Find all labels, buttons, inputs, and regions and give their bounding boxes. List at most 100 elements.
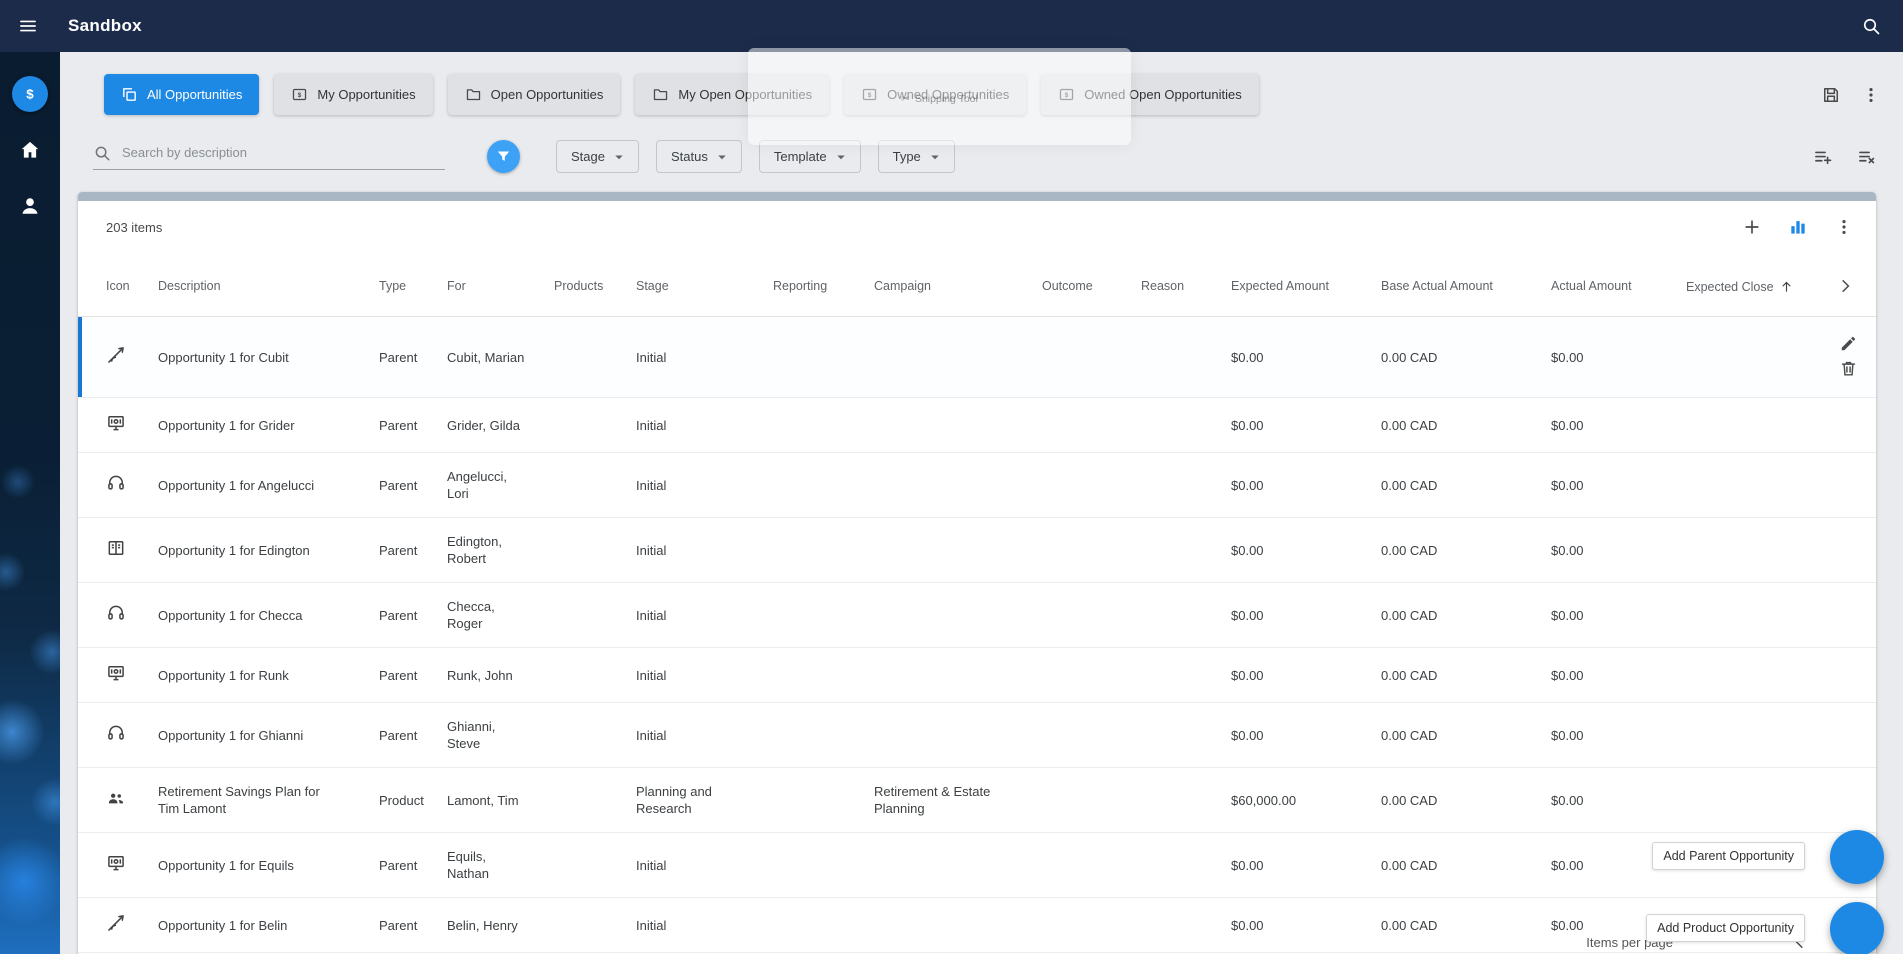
cell-icon xyxy=(78,452,158,518)
tooltip-add-product-opportunity: Add Product Opportunity xyxy=(1646,914,1805,942)
table-header-row: Icon Description Type For Products Stage Repor… xyxy=(78,253,1876,317)
menu-button[interactable] xyxy=(12,10,44,42)
table-row[interactable]: Opportunity 1 for Runk Parent Runk, John In… xyxy=(78,647,1876,703)
cell-campaign xyxy=(874,832,1042,898)
horizontal-scrollbar[interactable] xyxy=(78,192,1876,201)
column-header-icon[interactable]: Icon xyxy=(78,253,158,317)
filter-button[interactable] xyxy=(487,140,520,173)
cell-description: Opportunity 1 for Edington xyxy=(158,517,379,583)
search-box[interactable] xyxy=(93,144,445,170)
headset-icon xyxy=(106,473,126,493)
sidebar-item-home[interactable] xyxy=(0,128,60,172)
tab-my-opportunities[interactable]: $ My Opportunities xyxy=(274,74,433,115)
tab-owned-opportunities[interactable]: $ Owned Opportunities xyxy=(844,74,1027,115)
table-row[interactable]: Opportunity 1 for Ghianni Parent Ghianni, … xyxy=(78,702,1876,768)
cell-reason xyxy=(1141,767,1231,833)
home-icon xyxy=(19,139,41,161)
table-row[interactable]: Opportunity 1 for Angelucci Parent Angeluc… xyxy=(78,452,1876,518)
add-item-button[interactable] xyxy=(1736,211,1768,243)
dropdown-stage[interactable]: Stage xyxy=(556,140,639,173)
cell-outcome xyxy=(1042,517,1141,583)
dropdown-status[interactable]: Status xyxy=(655,140,742,173)
column-header-expected-close[interactable]: Expected Close xyxy=(1686,253,1791,317)
card-header: 203 items xyxy=(78,201,1876,253)
search-input[interactable] xyxy=(122,145,445,160)
cell-base-actual-amount: 0.00 CAD xyxy=(1381,452,1551,518)
column-header-outcome[interactable]: Outcome xyxy=(1042,253,1141,317)
svg-text:$: $ xyxy=(868,92,872,99)
column-header-base-actual-amount[interactable]: Base Actual Amount xyxy=(1381,253,1551,317)
column-header-reporting[interactable]: Reporting xyxy=(773,253,874,317)
cell-actual-amount: $0.00 xyxy=(1551,767,1686,833)
column-header-stage[interactable]: Stage xyxy=(636,253,773,317)
cell-reason xyxy=(1141,832,1231,898)
cell-reporting xyxy=(773,452,874,518)
cell-expected-amount: $0.00 xyxy=(1231,517,1381,583)
cell-stage: Planning and Research xyxy=(636,767,773,833)
cell-stage: Initial xyxy=(636,647,773,703)
table-more-options-button[interactable] xyxy=(1828,211,1860,243)
tab-label: My Opportunities xyxy=(317,87,416,102)
computer-cash-icon xyxy=(106,413,126,433)
tab-my-open-opportunities[interactable]: My Open Opportunities xyxy=(635,74,830,115)
column-header-actual-amount[interactable]: Actual Amount xyxy=(1551,253,1686,317)
column-header-type[interactable]: Type xyxy=(379,253,447,317)
tab-open-opportunities[interactable]: Open Opportunities xyxy=(447,74,621,115)
cell-outcome xyxy=(1042,397,1141,453)
view-more-options-button[interactable] xyxy=(1855,79,1887,111)
cell-expected-close xyxy=(1686,397,1791,453)
table-row[interactable]: Opportunity 1 for Edington Parent Edington… xyxy=(78,517,1876,583)
cell-actual-amount: $0.00 xyxy=(1551,647,1686,703)
save-view-button[interactable] xyxy=(1815,79,1847,111)
cell-campaign xyxy=(874,647,1042,703)
scroll-columns-right-button[interactable] xyxy=(1830,271,1860,301)
cell-stage: Initial xyxy=(636,452,773,518)
table-body: Opportunity 1 for Cubit Parent Cubit, Mari… xyxy=(78,316,1876,953)
table-row[interactable]: Opportunity 1 for Cubit Parent Cubit, Mari… xyxy=(78,316,1876,398)
sidebar-item-account[interactable] xyxy=(0,184,60,228)
computer-cash-icon xyxy=(106,663,126,683)
cell-outcome xyxy=(1042,647,1141,703)
chart-view-button[interactable] xyxy=(1782,211,1814,243)
edit-row-button[interactable] xyxy=(1825,332,1860,355)
tab-owned-open-opportunities[interactable]: $ Owned Open Opportunities xyxy=(1041,74,1259,115)
trash-icon xyxy=(1839,359,1858,378)
tab-all-opportunities[interactable]: All Opportunities xyxy=(104,74,260,115)
column-header-actions xyxy=(1791,253,1876,317)
cell-expected-close xyxy=(1686,767,1791,833)
column-header-expected-amount[interactable]: Expected Amount xyxy=(1231,253,1381,317)
add-filter-row-button[interactable] xyxy=(1807,141,1839,173)
cell-products xyxy=(554,582,636,648)
cell-reason xyxy=(1141,647,1231,703)
cell-type: Parent xyxy=(379,897,447,953)
column-header-campaign[interactable]: Campaign xyxy=(874,253,1042,317)
dropdown-template[interactable]: Template xyxy=(758,140,861,173)
column-header-for[interactable]: For xyxy=(447,253,554,317)
table-row[interactable]: Opportunity 1 for Grider Parent Grider, Gi… xyxy=(78,397,1876,453)
cell-base-actual-amount: 0.00 CAD xyxy=(1381,397,1551,453)
plus-icon xyxy=(1742,217,1762,237)
cell-reporting xyxy=(773,582,874,648)
sidebar: $ xyxy=(0,52,60,954)
clear-filters-button[interactable] xyxy=(1851,141,1883,173)
cell-outcome xyxy=(1042,897,1141,953)
table-row[interactable]: Retirement Savings Plan for Tim Lamont Pr… xyxy=(78,767,1876,833)
table-row[interactable]: Opportunity 1 for Equils Parent Equils, Na… xyxy=(78,832,1876,898)
card-header-actions xyxy=(1736,211,1860,243)
global-search-button[interactable] xyxy=(1855,10,1887,42)
column-header-reason[interactable]: Reason xyxy=(1141,253,1231,317)
cell-reporting xyxy=(773,397,874,453)
column-header-products[interactable]: Products xyxy=(554,253,636,317)
add-product-opportunity-button[interactable] xyxy=(1830,902,1884,954)
dropdown-type[interactable]: Type xyxy=(877,140,955,173)
tooltip-add-parent-opportunity: Add Parent Opportunity xyxy=(1652,842,1805,870)
delete-row-button[interactable] xyxy=(1825,357,1860,380)
sidebar-item-opportunities[interactable]: $ xyxy=(0,72,60,116)
cell-actions xyxy=(1791,452,1876,518)
tab-label: My Open Opportunities xyxy=(678,87,813,102)
column-header-description[interactable]: Description xyxy=(158,253,379,317)
tab-label: Owned Opportunities xyxy=(887,87,1010,102)
cell-actual-amount: $0.00 xyxy=(1551,452,1686,518)
table-row[interactable]: Opportunity 1 for Checca Parent Checca, Ro… xyxy=(78,582,1876,648)
add-parent-opportunity-button[interactable] xyxy=(1830,830,1884,884)
